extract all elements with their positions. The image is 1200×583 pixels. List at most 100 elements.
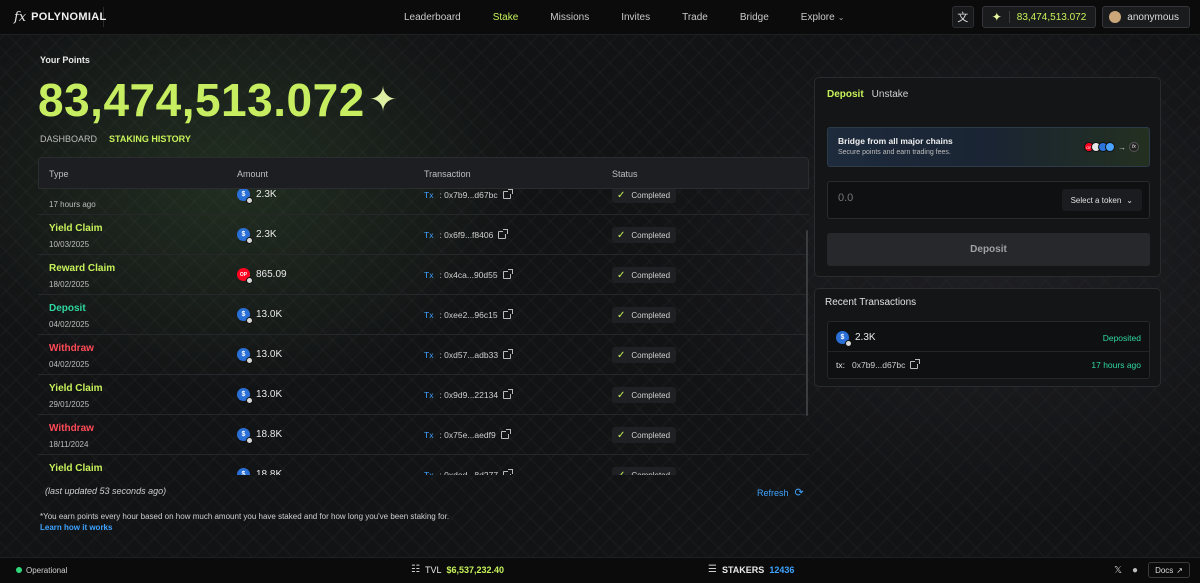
- table-scrollbar[interactable]: [806, 230, 808, 416]
- status-text: Completed: [631, 350, 671, 360]
- row-transaction-link[interactable]: Tx: 0x75e...aedf9: [424, 429, 511, 440]
- usdc-icon: $: [237, 189, 253, 204]
- twitter-icon[interactable]: 𝕏: [1114, 565, 1122, 576]
- tx-label: Tx: [424, 190, 434, 200]
- tab-deposit[interactable]: Deposit: [827, 89, 864, 100]
- nav-trade[interactable]: Trade: [682, 12, 708, 23]
- ethereum-icon: [1105, 142, 1115, 152]
- chevron-down-icon: ⌄: [837, 13, 845, 22]
- external-link-icon: [498, 229, 509, 239]
- row-transaction-link[interactable]: Tx: 0x4ca...90d55: [424, 269, 513, 280]
- tab-staking-history[interactable]: STAKING HISTORY: [109, 134, 191, 144]
- status-badge: ✓ Completed: [612, 227, 677, 243]
- points-button[interactable]: ✦ 83,474,513.072: [981, 6, 1097, 28]
- tx-label: Tx: [424, 390, 434, 400]
- stack-icon: ☰: [708, 564, 717, 575]
- check-icon: ✓: [617, 389, 626, 401]
- table-header: Type Amount Transaction Status: [38, 157, 809, 189]
- tx-label: Tx: [424, 350, 434, 360]
- deposit-button[interactable]: Deposit: [827, 233, 1150, 266]
- row-amount: $13.0K: [237, 308, 282, 324]
- recent-tx-link[interactable]: tx: 0x7b9...d67bc: [836, 359, 921, 370]
- amount-input[interactable]: [838, 192, 988, 204]
- nav-stake[interactable]: Stake: [493, 12, 519, 23]
- recent-time: 17 hours ago: [1091, 360, 1141, 370]
- logo[interactable]: fx POLYNOMIAL: [0, 7, 106, 27]
- usdc-icon: $: [237, 308, 253, 324]
- user-button[interactable]: anonymous: [1102, 6, 1190, 28]
- tx-hash: : 0x75e...aedf9: [439, 430, 496, 440]
- tx-label: tx:: [836, 360, 845, 370]
- nav-right: 文 ✦ 83,474,513.072 anonymous: [951, 6, 1190, 28]
- col-transaction: Transaction: [424, 169, 471, 179]
- status-badge: ✓ Completed: [612, 307, 677, 323]
- translate-button[interactable]: 文: [951, 6, 974, 28]
- discord-icon[interactable]: ●: [1132, 565, 1138, 576]
- external-link-icon: [502, 189, 513, 199]
- tx-label: Tx: [424, 470, 434, 475]
- row-amount: OP 865.09: [237, 268, 287, 284]
- nav-invites[interactable]: Invites: [621, 12, 650, 23]
- refresh-button[interactable]: Refresh ⟳: [757, 486, 804, 499]
- recent-transactions-panel: Recent Transactions $ 2.3K Deposited tx:…: [814, 288, 1161, 387]
- row-transaction-link[interactable]: Tx : 0x7b9...d67bc: [424, 189, 513, 200]
- status-text: Completed: [631, 230, 671, 240]
- col-type: Type: [49, 169, 69, 179]
- row-amount: $18.8K: [237, 428, 282, 444]
- row-amount: $2.3K: [237, 228, 277, 244]
- fx-logo-icon: fx: [14, 9, 27, 25]
- tab-dashboard[interactable]: DASHBOARD: [40, 134, 97, 144]
- table-row: Yield Claim 29/01/2025 $13.0K Tx: 0x9d9...2…: [38, 375, 809, 415]
- row-type: Withdraw: [49, 343, 94, 354]
- status-badge: ✓ Completed: [612, 387, 677, 403]
- table-rows[interactable]: 17 hours ago $2.3K Tx : 0x7b9...d67bc ✓ Compl…: [38, 189, 809, 475]
- recent-amount: $ 2.3K: [836, 331, 876, 347]
- row-date: 29/01/2025: [49, 400, 90, 409]
- refresh-label: Refresh: [757, 487, 789, 498]
- tx-hash: : 0x7b9...d67bc: [439, 190, 498, 200]
- status-text: Completed: [631, 390, 671, 400]
- select-token-dropdown[interactable]: Select a token ⌄: [1061, 189, 1142, 211]
- external-link-icon: [910, 359, 921, 369]
- row-transaction-link[interactable]: Tx : 0xd57...adb33: [424, 349, 514, 360]
- row-type: Yield Claim: [49, 383, 103, 394]
- row-date: 17 hours ago: [49, 200, 96, 209]
- docs-button[interactable]: Docs ↗: [1148, 562, 1190, 578]
- top-navbar: fx POLYNOMIAL Leaderboard Stake Missions…: [0, 0, 1200, 35]
- row-transaction-link[interactable]: Tx: 0xee2...96c15: [424, 309, 513, 320]
- nav-explore-label: Explore: [800, 12, 835, 23]
- refresh-icon: ⟳: [794, 487, 804, 499]
- bridge-subtitle: Secure points and earn trading fees.: [838, 149, 951, 156]
- learn-how-it-works-link[interactable]: Learn how it works: [40, 523, 112, 532]
- tx-hash: : 0x9d9...22134: [439, 390, 499, 400]
- stakers: ☰ STAKERS 12436: [708, 564, 794, 575]
- row-transaction-link[interactable]: Tx: 0x6f9...f8406: [424, 229, 509, 240]
- row-date: 18/11/2024: [49, 440, 89, 449]
- chain-icons: OP → fx: [1084, 142, 1139, 152]
- status-text: Completed: [631, 270, 671, 280]
- stakers-label: STAKERS: [721, 564, 765, 575]
- status-text: Completed: [631, 470, 671, 476]
- row-transaction-link[interactable]: Tx : 0x9d9...22134: [424, 389, 514, 400]
- table-row: Withdraw 18/11/2024 $18.8K Tx: 0x75e...aedf…: [38, 415, 809, 455]
- recent-row-amount: $ 2.3K Deposited: [836, 331, 1141, 347]
- bank-icon: ☷: [411, 564, 420, 575]
- stakers-value: 12436: [769, 564, 795, 575]
- nav-leaderboard[interactable]: Leaderboard: [404, 12, 461, 23]
- nav-missions[interactable]: Missions: [550, 12, 589, 23]
- row-amount-value: 13.0K: [256, 349, 283, 360]
- status-dot-icon: [16, 567, 22, 573]
- tvl-value: $6,537,232.40: [446, 564, 505, 575]
- status-text: Operational: [26, 566, 68, 575]
- tab-unstake[interactable]: Unstake: [872, 89, 909, 100]
- tx-hash: : 0xd57...adb33: [439, 350, 499, 360]
- status-badge: ✓ Completed: [612, 267, 677, 283]
- row-transaction-link[interactable]: Tx: 0xded...8d277: [424, 469, 514, 475]
- bridge-banner[interactable]: Bridge from all major chains Secure poin…: [827, 127, 1150, 167]
- divider: [828, 351, 1149, 352]
- nav-bridge[interactable]: Bridge: [740, 12, 769, 23]
- row-amount-value: 13.0K: [256, 389, 283, 400]
- row-date: 10/03/2025: [49, 240, 90, 249]
- nav-explore[interactable]: Explore ⌄: [801, 12, 845, 23]
- divider: [1008, 11, 1010, 23]
